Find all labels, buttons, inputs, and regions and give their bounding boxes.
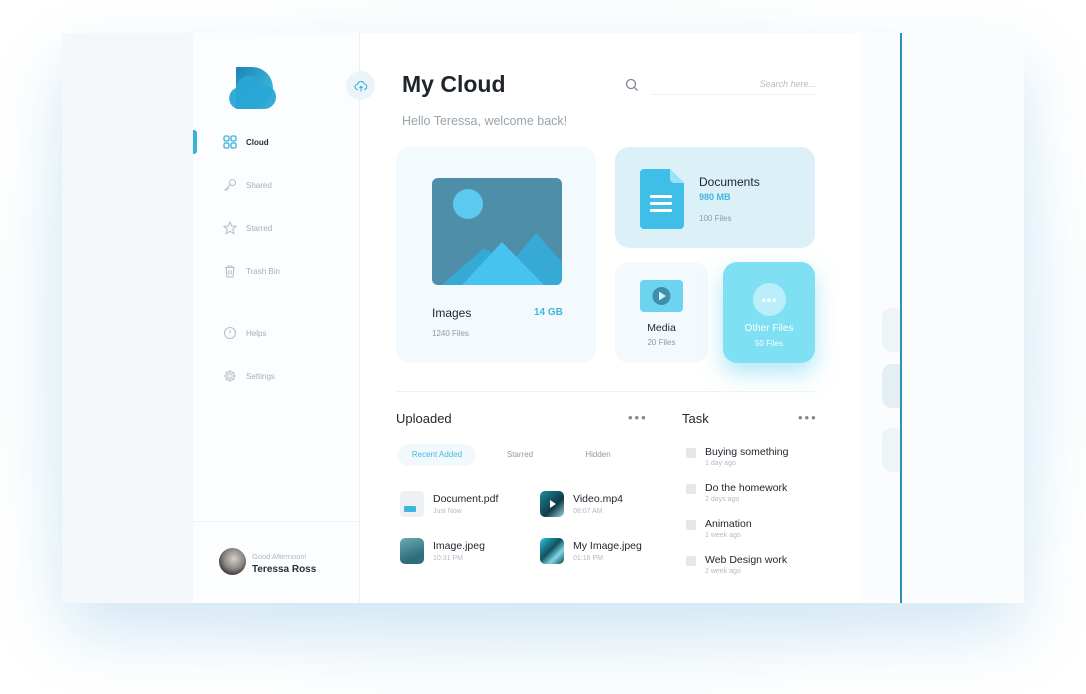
documents-card-count: 100 Files: [699, 214, 732, 223]
page-title: My Cloud: [402, 71, 506, 97]
file-time: 10:31 PM: [433, 555, 463, 562]
main-content: My Cloud Hello Teressa, welcome back! Im…: [346, 33, 860, 603]
media-card-title: Media: [647, 322, 676, 334]
tab-hidden[interactable]: Hidden: [568, 444, 628, 466]
image-icon: [432, 178, 562, 285]
sidebar-item-trash-bin[interactable]: Trash Bin: [223, 260, 280, 282]
document-icon: [640, 169, 684, 229]
task-checkbox[interactable]: [686, 484, 696, 494]
left-margin: [62, 33, 193, 603]
file-item-my-image-jpeg[interactable]: My Image.jpeg 01:16 PM: [540, 538, 642, 564]
gear-icon: [224, 370, 236, 382]
documents-card-size: 980 MB: [699, 192, 731, 202]
task-time: 2 week ago: [705, 568, 741, 575]
task-time: 1 day ago: [705, 460, 736, 467]
documents-card-title: Documents: [699, 175, 760, 189]
file-name: Document.pdf: [433, 493, 499, 505]
sidebar-item-label: Trash Bin: [246, 266, 280, 276]
task-name: Buying something: [705, 446, 789, 458]
image-file-icon: [540, 538, 564, 564]
file-time: 08:07 AM: [573, 508, 603, 515]
task-title: Task: [682, 411, 709, 426]
task-item[interactable]: Buying something 1 day ago: [686, 446, 788, 467]
tab-starred[interactable]: Starred: [490, 444, 550, 466]
cloud-upload-icon: [353, 80, 367, 91]
other-files-card-title: Other Files: [744, 323, 794, 334]
uploaded-more-button[interactable]: •••: [628, 410, 648, 425]
user-profile[interactable]: Good Afternoon! Teressa Ross: [193, 521, 359, 603]
file-item-document-pdf[interactable]: Document.pdf Just Now: [400, 491, 498, 517]
panel-divider: [900, 33, 902, 603]
task-name: Animation: [705, 518, 752, 530]
video-play-icon: [640, 280, 683, 312]
user-name: Teressa Ross: [252, 564, 317, 575]
welcome-message: Hello Teressa, welcome back!: [402, 114, 568, 128]
help-icon: [223, 326, 237, 340]
key-icon: [224, 178, 237, 191]
file-name: My Image.jpeg: [573, 540, 642, 552]
file-name: Image.jpeg: [433, 540, 485, 552]
pdf-file-icon: [400, 491, 424, 517]
app-window: Cloud Shared Starred Trash Bin Helps Set…: [62, 33, 1024, 603]
task-time: 1 week ago: [705, 532, 741, 539]
task-item[interactable]: Do the homework 2 days ago: [686, 482, 787, 503]
task-checkbox[interactable]: [686, 448, 696, 458]
panel-card: [882, 364, 902, 408]
right-panel: [860, 33, 1024, 603]
file-item-video-mp4[interactable]: Video.mp4 08:07 AM: [540, 491, 623, 517]
avatar[interactable]: [219, 548, 246, 575]
sidebar-item-label: Helps: [246, 328, 267, 338]
file-time: 01:16 PM: [573, 555, 603, 562]
task-item[interactable]: Web Design work 2 week ago: [686, 554, 787, 575]
images-card[interactable]: Images 14 GB 1240 Files: [396, 147, 596, 363]
task-checkbox[interactable]: [686, 520, 696, 530]
task-name: Web Design work: [705, 554, 788, 566]
task-name: Do the homework: [705, 482, 788, 494]
sidebar-item-shared[interactable]: Shared: [223, 174, 272, 196]
grid-icon: [223, 135, 237, 149]
sidebar-item-label: Settings: [246, 371, 275, 381]
file-name: Video.mp4: [573, 493, 624, 505]
panel-card: [882, 308, 902, 352]
sidebar-item-cloud[interactable]: Cloud: [223, 131, 269, 153]
sidebar-item-label: Starred: [246, 223, 273, 233]
star-icon: [223, 221, 237, 235]
tab-recent-added[interactable]: Recent Added: [398, 444, 476, 466]
upload-button[interactable]: [346, 71, 375, 100]
images-card-count: 1240 Files: [432, 329, 469, 338]
media-card-count: 20 Files: [647, 338, 676, 347]
images-card-size: 14 GB: [534, 307, 563, 318]
media-card[interactable]: Media 20 Files: [615, 262, 708, 363]
sidebar-item-settings[interactable]: Settings: [223, 365, 275, 387]
user-greeting: Good Afternoon!: [252, 552, 307, 561]
sidebar-item-helps[interactable]: Helps: [223, 322, 266, 344]
video-file-icon: [540, 491, 564, 517]
trash-icon: [225, 265, 235, 278]
task-more-button[interactable]: •••: [798, 410, 818, 425]
sidebar-item-label: Cloud: [246, 137, 269, 147]
search-icon[interactable]: [625, 78, 639, 92]
panel-card: [882, 428, 902, 472]
file-time: Just Now: [433, 508, 462, 515]
other-files-card[interactable]: ••• Other Files 50 Files: [723, 262, 815, 363]
cloud-logo-icon: [229, 67, 277, 109]
uploaded-title: Uploaded: [396, 411, 452, 426]
sidebar: Cloud Shared Starred Trash Bin Helps Set…: [193, 33, 360, 603]
task-time: 2 days ago: [705, 496, 740, 503]
sidebar-item-label: Shared: [246, 180, 272, 190]
image-file-icon: [400, 538, 424, 564]
file-item-image-jpeg[interactable]: Image.jpeg 10:31 PM: [400, 538, 485, 564]
task-item[interactable]: Animation 1 week ago: [686, 518, 752, 539]
more-dots-icon: •••: [753, 283, 786, 316]
search-input[interactable]: [650, 73, 816, 95]
task-checkbox[interactable]: [686, 556, 696, 566]
section-divider: [396, 391, 816, 392]
documents-card[interactable]: Documents 980 MB 100 Files: [615, 147, 815, 248]
other-files-card-count: 50 Files: [754, 339, 783, 348]
images-card-title: Images: [432, 306, 472, 320]
sidebar-item-starred[interactable]: Starred: [223, 217, 272, 239]
nav-active-indicator: [193, 130, 197, 154]
